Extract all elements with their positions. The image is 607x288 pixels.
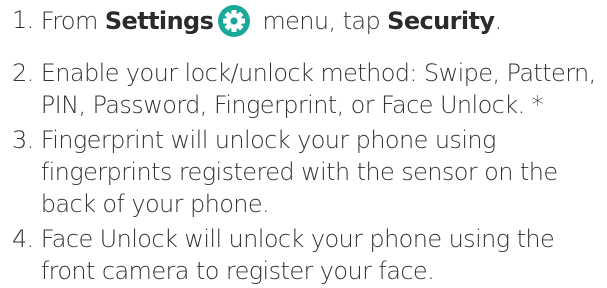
step-number: 4. [12,225,41,253]
step-line: PIN, Password, Fingerprint, or Face Unlo… [40,91,544,119]
step-text: Fingerprint will unlock your phone using… [41,124,599,220]
step-line: fingerprints registered with the sensor … [40,158,558,186]
step-number: 1. [12,6,41,34]
step-line: back of your phone. [40,190,270,218]
step-1-middle: menu, tap [255,7,388,35]
step-1-end: . [494,7,502,35]
security-label: Security [387,7,495,35]
step-3: 3. Fingerprint will unlock your phone us… [12,124,599,220]
step-1: 1. From Settings menu, tap Security. [12,4,599,38]
step-text: Face Unlock will unlock your phone using… [41,223,599,287]
step-line: front camera to register your face. [40,257,435,285]
step-line: Face Unlock will unlock your phone using… [40,225,555,253]
settings-label: Settings [104,7,214,35]
step-line: Enable your lock/unlock method: Swipe, P… [40,59,597,87]
step-text: Enable your lock/unlock method: Swipe, P… [41,57,599,121]
step-text: From Settings menu, tap Security. [41,4,599,38]
step-number: 2. [12,59,41,87]
step-line: Fingerprint will unlock your phone using [40,126,497,154]
instruction-steps: 1. From Settings menu, tap Security. 2. … [0,0,607,288]
gear-icon [217,4,251,38]
step-1-prefix: From [40,7,105,35]
step-2: 2. Enable your lock/unlock method: Swipe… [12,57,599,121]
step-4: 4. Face Unlock will unlock your phone us… [12,223,599,287]
step-number: 3. [12,126,41,154]
